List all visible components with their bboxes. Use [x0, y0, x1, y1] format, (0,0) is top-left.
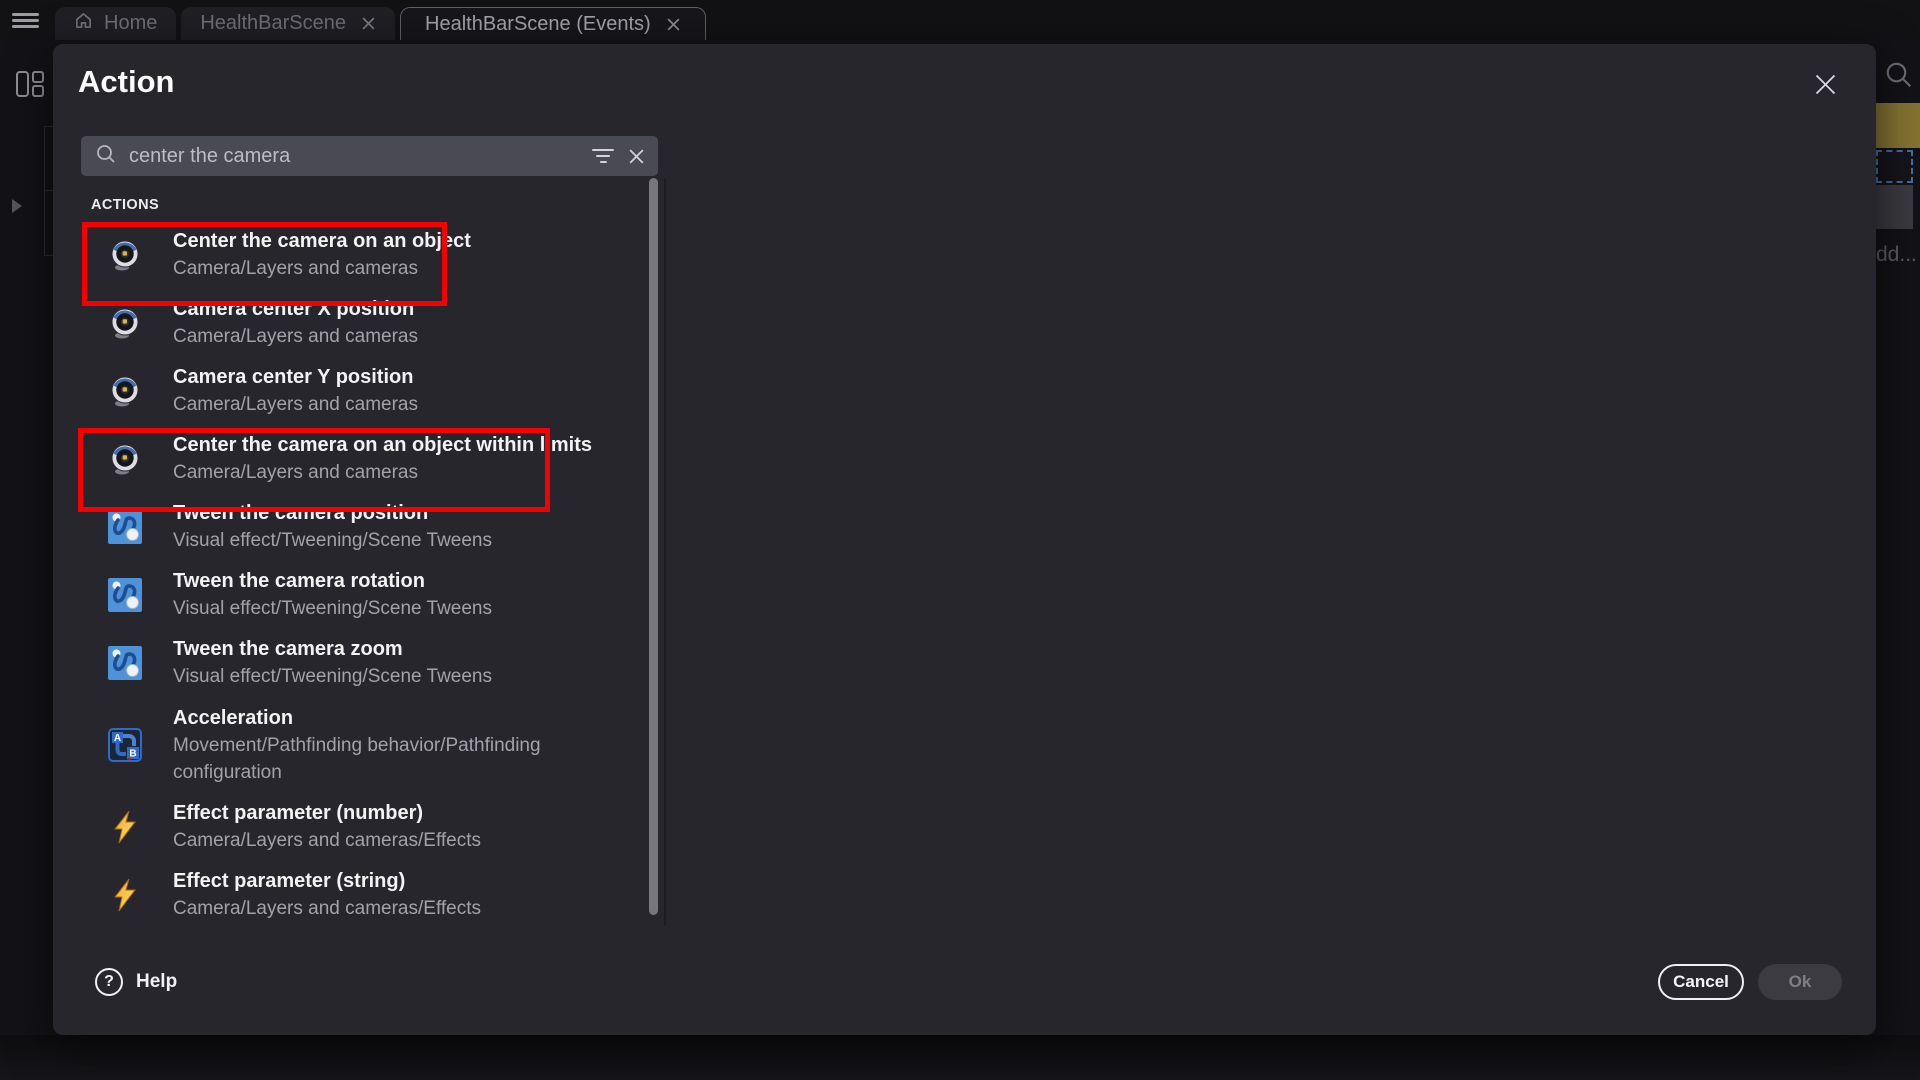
action-category-path: Movement/Pathfinding behavior/Pathfindin… [173, 732, 643, 786]
camera-icon [108, 442, 142, 476]
editor-top-bar: Home HealthBarScene HealthBarScene (Even… [0, 0, 1920, 40]
svg-text:A: A [114, 733, 121, 744]
action-title: Camera center X position [173, 296, 418, 323]
action-list-item[interactable]: Center the camera on an object within li… [78, 425, 668, 493]
action-category-path: Visual effect/Tweening/Scene Tweens [173, 663, 492, 690]
action-category-path: Camera/Layers and cameras/Effects [173, 895, 481, 922]
event-drop-indicator [1876, 150, 1913, 183]
panels-layout-icon [15, 70, 45, 103]
action-list-item[interactable]: Tween the camera rotation Visual effect/… [78, 561, 668, 629]
close-tab-icon[interactable] [361, 16, 376, 31]
scrollbar-thumb[interactable] [649, 178, 658, 915]
action-title: Camera center Y position [173, 364, 418, 391]
action-title: Tween the camera position [173, 500, 492, 527]
action-list-item[interactable]: Center the camera on an object Camera/La… [78, 221, 668, 289]
action-title: Effect parameter (number) [173, 800, 481, 827]
actions-list: ACTIONS Center the camera on an object C… [78, 190, 668, 926]
camera-icon [108, 374, 142, 408]
tween-icon [108, 646, 142, 680]
action-title: Center the camera on an object [173, 228, 471, 255]
tab-label: HealthBarScene [200, 12, 346, 35]
action-category-path: Visual effect/Tweening/Scene Tweens [173, 527, 492, 554]
event-drag-arrow-icon [12, 199, 22, 213]
action-search-bar [81, 136, 658, 176]
action-category-path: Camera/Layers and cameras/Effects [173, 827, 481, 854]
help-question-icon: ? [95, 968, 123, 996]
tween-icon [108, 578, 142, 612]
action-title: Center the camera on an object within li… [173, 432, 592, 459]
dialog-close-button[interactable] [1806, 68, 1844, 106]
action-title: Acceleration [173, 705, 643, 732]
action-category-path: Camera/Layers and cameras [173, 391, 418, 418]
camera-icon [108, 306, 142, 340]
tab-healthbarscene[interactable]: HealthBarScene [181, 7, 395, 40]
action-list-item[interactable]: Camera center X position Camera/Layers a… [78, 289, 668, 357]
editor-tabs: Home HealthBarScene HealthBarScene (Even… [55, 7, 706, 40]
action-list-item[interactable]: Effect parameter (number) Camera/Layers … [78, 793, 668, 861]
home-icon [74, 11, 93, 36]
action-list-item[interactable]: Camera center Y position Camera/Layers a… [78, 357, 668, 425]
events-tree-line [44, 126, 45, 256]
bolt-icon [108, 810, 142, 844]
bolt-icon [108, 878, 142, 912]
action-category-path: Camera/Layers and cameras [173, 323, 418, 350]
tab-healthbarscene-events[interactable]: HealthBarScene (Events) [400, 7, 706, 40]
action-category-path: Camera/Layers and cameras [173, 255, 471, 282]
action-list-item[interactable]: Effect parameter (string) Camera/Layers … [78, 861, 668, 926]
action-title: Effect parameter (string) [173, 868, 481, 895]
truncated-add-label: dd... [1876, 243, 1917, 267]
action-title: Tween the camera rotation [173, 568, 492, 595]
event-block [1876, 185, 1913, 229]
ok-button[interactable]: Ok [1758, 964, 1842, 1000]
dialog-title: Action [78, 64, 174, 100]
help-label: Help [136, 971, 177, 993]
action-category-path: Visual effect/Tweening/Scene Tweens [173, 595, 492, 622]
tab-home[interactable]: Home [55, 7, 176, 40]
list-divider [664, 178, 666, 926]
action-list-item[interactable]: Tween the camera zoom Visual effect/Twee… [78, 629, 668, 697]
tween-icon [108, 510, 142, 544]
close-tab-icon[interactable] [666, 17, 681, 32]
dialog-footer: ? Help Cancel Ok [53, 960, 1876, 1004]
search-icon [1884, 60, 1914, 95]
filter-icon[interactable] [591, 149, 615, 164]
action-dialog: Action ACTIONS Center the camera on an o… [53, 44, 1876, 1035]
search-icon [95, 143, 117, 170]
action-title: Tween the camera zoom [173, 636, 492, 663]
hamburger-menu-icon[interactable] [12, 13, 39, 28]
close-icon [1812, 71, 1839, 103]
action-category-path: Camera/Layers and cameras [173, 459, 592, 486]
action-list-item[interactable]: AB Acceleration Movement/Pathfinding beh… [78, 697, 668, 793]
pathfinding-icon: AB [108, 728, 142, 762]
search-input[interactable] [129, 145, 579, 168]
action-list-item[interactable]: Tween the camera position Visual effect/… [78, 493, 668, 561]
tab-label: Home [104, 12, 157, 35]
camera-icon [108, 238, 142, 272]
clear-search-icon[interactable] [627, 147, 646, 166]
tab-label: HealthBarScene (Events) [425, 13, 651, 36]
actions-section-header: ACTIONS [91, 197, 668, 213]
help-button[interactable]: ? Help [95, 968, 177, 996]
actions-rows: Center the camera on an object Camera/La… [78, 221, 668, 926]
cancel-button[interactable]: Cancel [1658, 964, 1744, 1000]
event-selection-block [1876, 103, 1920, 148]
status-bar-area [0, 1035, 1920, 1080]
